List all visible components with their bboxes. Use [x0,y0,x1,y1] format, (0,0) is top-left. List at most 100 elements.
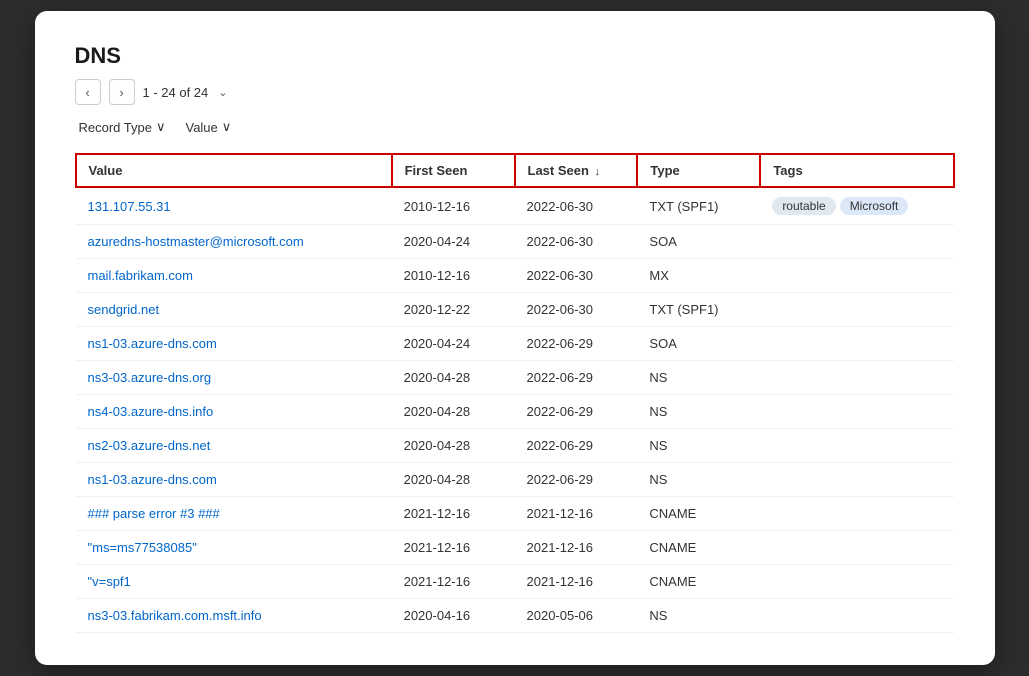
cell-tags: routable Microsoft [760,187,953,225]
value-link[interactable]: ns1-03.azure-dns.com [88,472,217,487]
cell-tags [760,259,953,293]
cell-type: SOA [637,327,760,361]
col-first-seen[interactable]: First Seen [392,154,515,187]
filters-row: Record Type ∨ Value ∨ [75,117,955,137]
filter-value[interactable]: Value ∨ [181,117,235,137]
cell-tags [760,225,953,259]
cell-value[interactable]: ns3-03.azure-dns.org [76,361,392,395]
cell-type: CNAME [637,497,760,531]
dns-table: Value First Seen Last Seen ↓ Type Tags 1… [75,153,955,633]
table-row: 131.107.55.312010-12-162022-06-30TXT (SP… [76,187,954,225]
cell-last-seen: 2021-12-16 [515,565,638,599]
cell-last-seen: 2021-12-16 [515,497,638,531]
cell-last-seen: 2022-06-29 [515,395,638,429]
table-row: ns4-03.azure-dns.info 2020-04-282022-06-2… [76,395,954,429]
table-row: "ms=ms77538085"2021-12-162021-12-16CNAME [76,531,954,565]
cell-last-seen: 2022-06-30 [515,259,638,293]
value-link[interactable]: ns4-03.azure-dns.info [88,404,214,419]
cell-type: MX [637,259,760,293]
value-link[interactable]: "v=spf1 [88,574,131,589]
value-link[interactable]: "ms=ms77538085" [88,540,197,555]
page-title: DNS [75,43,955,69]
cell-value[interactable]: mail.fabrikam.com [76,259,392,293]
cell-type: NS [637,361,760,395]
value-link[interactable]: sendgrid.net [88,302,160,317]
filter-value-arrow: ∨ [222,119,232,135]
value-link[interactable]: azuredns-hostmaster@microsoft.com [88,234,304,249]
table-row: ns3-03.azure-dns.org2020-04-282022-06-29… [76,361,954,395]
cell-value[interactable]: ### parse error #3 ### [76,497,392,531]
cell-value[interactable]: ns3-03.fabrikam.com.msft.info [76,599,392,633]
cell-tags [760,293,953,327]
cell-value[interactable]: azuredns-hostmaster@microsoft.com [76,225,392,259]
cell-type: NS [637,463,760,497]
value-link[interactable]: ns3-03.fabrikam.com.msft.info [88,608,262,623]
cell-first-seen: 2020-04-16 [392,599,515,633]
cell-value[interactable]: ns4-03.azure-dns.info [76,395,392,429]
cell-first-seen: 2021-12-16 [392,531,515,565]
cell-first-seen: 2020-04-24 [392,225,515,259]
cell-first-seen: 2020-12-22 [392,293,515,327]
cell-value[interactable]: 131.107.55.31 [76,187,392,225]
cell-value[interactable]: ns2-03.azure-dns.net [76,429,392,463]
filter-record-type-arrow: ∨ [156,119,166,135]
cell-type: TXT (SPF1) [637,293,760,327]
filter-value-label: Value [185,120,217,135]
cell-type: NS [637,429,760,463]
tag-routable[interactable]: routable [772,197,835,215]
tag-microsoft[interactable]: Microsoft [840,197,909,215]
table-row: ### parse error #3 ###2021-12-162021-12-… [76,497,954,531]
cell-first-seen: 2020-04-24 [392,327,515,361]
cell-type: CNAME [637,531,760,565]
cell-first-seen: 2010-12-16 [392,259,515,293]
cell-last-seen: 2022-06-29 [515,361,638,395]
value-link[interactable]: ns3-03.azure-dns.org [88,370,212,385]
cell-last-seen: 2022-06-29 [515,463,638,497]
table-row: mail.fabrikam.com 2010-12-162022-06-30MX [76,259,954,293]
col-last-seen[interactable]: Last Seen ↓ [515,154,638,187]
cell-last-seen: 2020-05-06 [515,599,638,633]
cell-tags [760,531,953,565]
sort-icon-last-seen: ↓ [595,166,601,178]
cell-type: SOA [637,225,760,259]
cell-last-seen: 2022-06-30 [515,293,638,327]
cell-value[interactable]: sendgrid.net [76,293,392,327]
cell-value[interactable]: "ms=ms77538085" [76,531,392,565]
table-row: "v=spf12021-12-162021-12-16CNAME [76,565,954,599]
cell-tags [760,463,953,497]
cell-type: NS [637,599,760,633]
cell-tags [760,565,953,599]
filter-record-type-label: Record Type [79,120,152,135]
value-link[interactable]: ns2-03.azure-dns.net [88,438,211,453]
table-row: ns2-03.azure-dns.net2020-04-282022-06-29… [76,429,954,463]
cell-last-seen: 2022-06-30 [515,225,638,259]
cell-value[interactable]: "v=spf1 [76,565,392,599]
cell-last-seen: 2022-06-29 [515,429,638,463]
cell-last-seen: 2022-06-29 [515,327,638,361]
value-link[interactable]: ns1-03.azure-dns.com [88,336,217,351]
next-page-button[interactable]: › [109,79,135,105]
cell-first-seen: 2020-04-28 [392,463,515,497]
cell-last-seen: 2022-06-30 [515,187,638,225]
value-link[interactable]: 131.107.55.31 [88,199,171,214]
cell-tags [760,497,953,531]
cell-type: TXT (SPF1) [637,187,760,225]
cell-tags [760,327,953,361]
prev-page-button[interactable]: ‹ [75,79,101,105]
value-link[interactable]: mail.fabrikam.com [88,268,193,283]
cell-type: NS [637,395,760,429]
cell-last-seen: 2021-12-16 [515,531,638,565]
table-row: ns1-03.azure-dns.com 2020-04-282022-06-29… [76,463,954,497]
value-link[interactable]: ### parse error #3 ### [88,506,220,521]
cell-value[interactable]: ns1-03.azure-dns.com [76,463,392,497]
cell-value[interactable]: ns1-03.azure-dns.com [76,327,392,361]
cell-first-seen: 2020-04-28 [392,395,515,429]
filter-record-type[interactable]: Record Type ∨ [75,117,170,137]
main-window: DNS ‹ › 1 - 24 of 24 ⌄ Record Type ∨ Val… [35,11,995,665]
col-tags[interactable]: Tags [760,154,953,187]
cell-type: CNAME [637,565,760,599]
pagination-dropdown-arrow[interactable]: ⌄ [218,86,227,99]
table-row: ns3-03.fabrikam.com.msft.info 2020-04-162… [76,599,954,633]
col-value[interactable]: Value [76,154,392,187]
col-type[interactable]: Type [637,154,760,187]
